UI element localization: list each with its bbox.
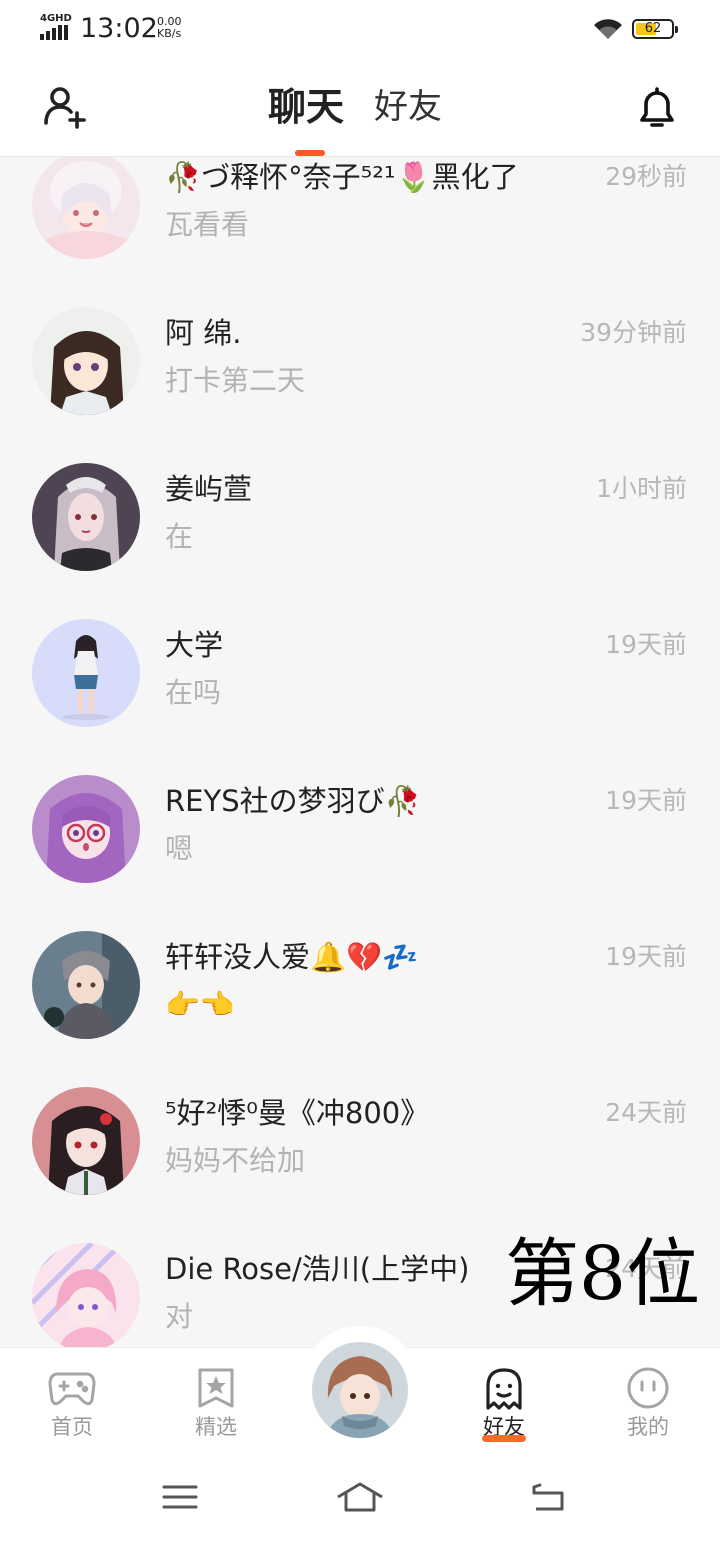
avatar xyxy=(32,775,140,883)
avatar xyxy=(32,463,140,571)
chat-row[interactable]: 大学 19天前 在吗 xyxy=(0,619,720,775)
chat-time: 39分钟前 xyxy=(580,318,687,347)
chat-last-message: 嗯 xyxy=(165,832,194,865)
chat-time: 19天前 xyxy=(605,942,687,971)
nav-home[interactable]: 首页 xyxy=(22,1348,122,1446)
avatar xyxy=(32,1243,140,1347)
nav-label: 首页 xyxy=(51,1415,93,1439)
chat-row[interactable]: 阿 绵. 39分钟前 打卡第二天 xyxy=(0,307,720,463)
bell-icon[interactable] xyxy=(632,82,682,132)
chat-row[interactable]: 轩轩没人爱🔔💔💤 19天前 👉👈 xyxy=(0,931,720,1087)
ghost-icon xyxy=(486,1368,522,1410)
rank-overlay-text: 第8位 xyxy=(505,1231,701,1317)
avatar xyxy=(32,931,140,1039)
chat-time: 24天前 xyxy=(605,1098,687,1127)
chat-name: 大学 xyxy=(165,628,224,662)
chat-last-message: 👉👈 xyxy=(165,988,235,1021)
smile-face-icon xyxy=(627,1367,669,1409)
avatar xyxy=(32,157,140,259)
chat-list: 🥀づ释怀°奈子⁵²¹🌷黑化了 29秒前 瓦看看 阿 绵. 39分钟前 打卡第二天… xyxy=(0,157,720,1347)
chat-name: 🥀づ释怀°奈子⁵²¹🌷黑化了 xyxy=(165,160,519,194)
menu-icon[interactable] xyxy=(160,1481,200,1513)
chat-name: 姜屿萱 xyxy=(165,472,253,506)
tab-friends[interactable]: 好友 xyxy=(374,84,442,130)
center-avatar[interactable] xyxy=(312,1342,408,1438)
tab-chat[interactable]: 聊天 xyxy=(268,84,344,130)
active-tab-indicator xyxy=(295,150,325,156)
chat-name: REYS社の梦羽び🥀 xyxy=(165,784,421,818)
clock: 13:02 xyxy=(80,13,158,44)
wifi-icon xyxy=(592,18,624,40)
chat-time: 19天前 xyxy=(605,630,687,659)
chat-time: 29秒前 xyxy=(605,162,687,191)
nav-friends[interactable]: 好友 xyxy=(454,1348,554,1446)
chat-name: 轩轩没人爱🔔💔💤 xyxy=(165,940,419,974)
chat-name: 阿 绵. xyxy=(165,316,242,350)
avatar xyxy=(32,1087,140,1195)
chat-name: ⁵好²悸⁰曼《冲800》 xyxy=(165,1096,430,1130)
battery-icon: 62 xyxy=(632,19,678,39)
chat-last-message: 在 xyxy=(165,520,194,553)
back-icon[interactable] xyxy=(528,1481,568,1513)
battery-level: 62 xyxy=(644,21,662,36)
nav-me[interactable]: 我的 xyxy=(598,1348,698,1446)
avatar xyxy=(32,619,140,727)
network-type: 4GHD xyxy=(40,13,72,24)
gamepad-icon xyxy=(48,1372,96,1406)
chat-row[interactable]: ⁵好²悸⁰曼《冲800》 24天前 妈妈不给加 xyxy=(0,1087,720,1243)
status-bar: 4GHD 13:02 0.00 KB/s 62 xyxy=(0,0,720,60)
chat-row[interactable]: REYS社の梦羽び🥀 19天前 嗯 xyxy=(0,775,720,931)
add-user-icon[interactable] xyxy=(40,82,90,132)
chat-time: 1小时前 xyxy=(596,474,687,503)
active-nav-indicator xyxy=(482,1435,526,1442)
chat-row[interactable]: 🥀づ释怀°奈子⁵²¹🌷黑化了 29秒前 瓦看看 xyxy=(0,157,720,307)
chat-last-message: 在吗 xyxy=(165,676,222,709)
chat-name: Die Rose/浩川(上学中) xyxy=(165,1252,470,1286)
chat-row[interactable]: 姜屿萱 1小时前 在 xyxy=(0,463,720,619)
avatar xyxy=(32,307,140,415)
app-header: 聊天 好友 xyxy=(0,60,720,157)
star-badge-icon xyxy=(198,1368,234,1408)
chat-time: 19天前 xyxy=(605,786,687,815)
network-speed: 0.00 KB/s xyxy=(157,16,182,40)
nav-featured[interactable]: 精选 xyxy=(166,1348,266,1446)
system-nav-bar xyxy=(0,1445,720,1544)
chat-last-message: 打卡第二天 xyxy=(165,364,306,397)
home-icon[interactable] xyxy=(336,1481,384,1513)
nav-label: 精选 xyxy=(195,1415,237,1439)
nav-label: 我的 xyxy=(627,1415,669,1439)
chat-last-message: 对 xyxy=(165,1300,194,1333)
speed-unit: KB/s xyxy=(157,27,182,40)
signal-icon xyxy=(40,24,70,40)
chat-last-message: 妈妈不给加 xyxy=(165,1144,306,1177)
chat-last-message: 瓦看看 xyxy=(165,208,250,241)
